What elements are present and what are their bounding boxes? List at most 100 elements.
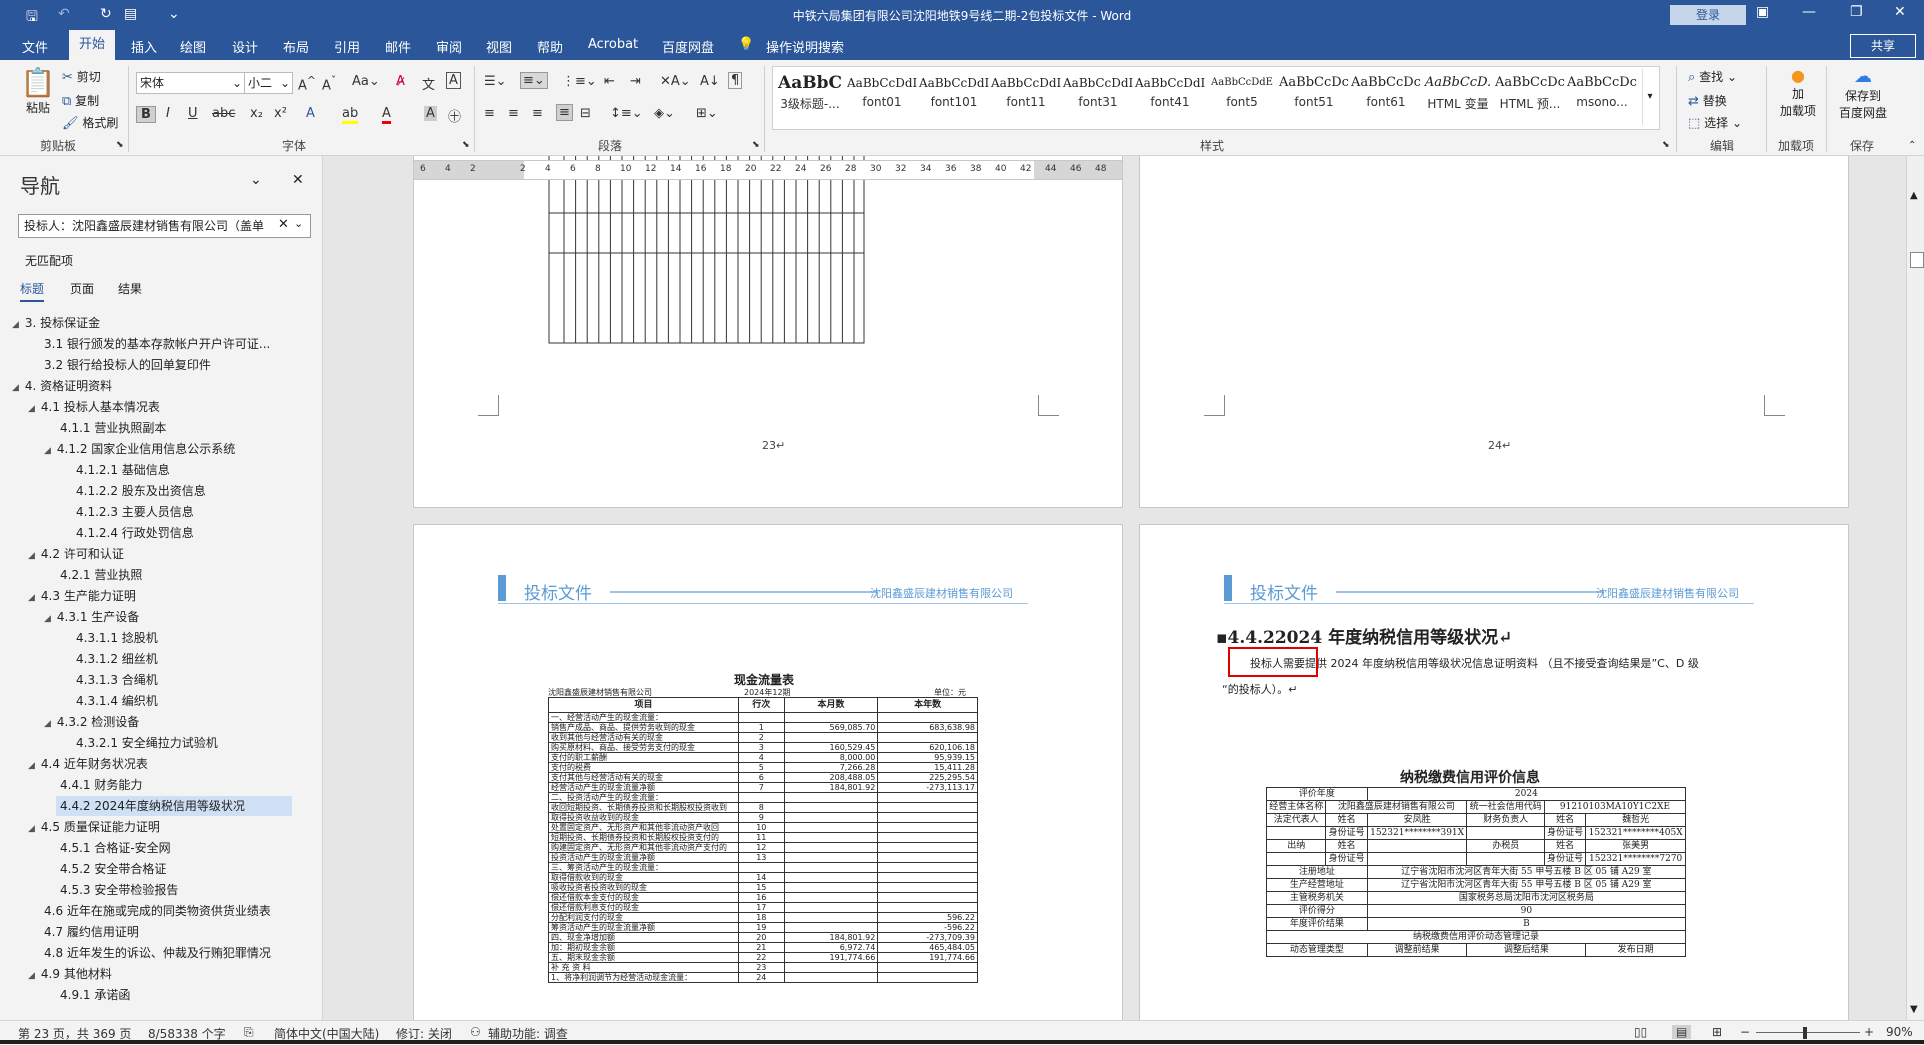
close-icon[interactable]: ✕ — [1894, 4, 1906, 20]
proofing-icon[interactable]: ⎘ — [244, 1025, 254, 1040]
nav-heading-item[interactable]: 4.3.1.1 捻股机 — [76, 628, 158, 648]
justify-icon[interactable]: ≡ — [556, 104, 573, 121]
superscript-icon[interactable]: x² — [274, 106, 287, 121]
nav-heading-item[interactable]: ◢ 4.1.2 国家企业信用信息公示系统 — [44, 439, 235, 459]
zoom-slider-thumb[interactable] — [1802, 1027, 1807, 1039]
nav-heading-item[interactable]: 3.1 银行颁发的基本存款帐户开户许可证... — [44, 334, 270, 354]
align-right-icon[interactable]: ≡ — [532, 106, 543, 121]
style-item[interactable]: AaBbCcDdI font41 — [1135, 71, 1205, 125]
nav-heading-item[interactable]: 4.6 近年在施或完成的同类物资供货业绩表 — [44, 901, 271, 921]
styles-launcher-icon[interactable]: ⬊ — [1662, 140, 1670, 150]
nav-heading-item[interactable]: ◢ 3. 投标保证金 — [12, 313, 100, 333]
expand-triangle-icon[interactable]: ◢ — [28, 971, 35, 981]
tab-design[interactable]: 设计 — [232, 37, 258, 56]
nav-heading-item[interactable]: ◢ 4. 资格证明资料 — [12, 376, 112, 396]
nav-heading-item[interactable]: 4.1.1 营业执照副本 — [60, 418, 166, 438]
nav-tab-results[interactable]: 结果 — [118, 280, 142, 297]
character-border-icon[interactable]: A — [446, 72, 461, 89]
tab-insert[interactable]: 插入 — [131, 37, 157, 56]
expand-triangle-icon[interactable]: ◢ — [28, 551, 35, 561]
nav-heading-item[interactable]: 4.5.1 合格证-安全网 — [60, 838, 171, 858]
borders-icon[interactable]: ⊞⌄ — [696, 106, 718, 121]
collapse-ribbon-icon[interactable]: ⌃ — [1908, 140, 1916, 151]
style-item[interactable]: AaBbCcDdI font31 — [1063, 71, 1133, 125]
vertical-scrollbar[interactable]: ▲ ▼ — [1906, 156, 1924, 1020]
style-item[interactable]: AaBbCcDc font51 — [1279, 71, 1349, 125]
tab-home[interactable]: 开始 — [69, 30, 116, 60]
select-button[interactable]: ⬚ 选择 ⌄ — [1688, 114, 1742, 131]
web-layout-icon[interactable]: ⊞ — [1712, 1025, 1722, 1039]
nav-heading-item[interactable]: 4.8 近年发生的诉讼、仲裁及行贿犯罪情况 — [44, 943, 271, 963]
minimize-icon[interactable]: — — [1802, 4, 1816, 20]
scroll-up-icon[interactable]: ▲ — [1910, 190, 1918, 201]
replace-button[interactable]: ⇄ 替换 — [1688, 92, 1727, 109]
expand-triangle-icon[interactable]: ◢ — [28, 404, 35, 414]
scroll-down-icon[interactable]: ▼ — [1910, 1004, 1918, 1015]
sort-icon[interactable]: A↓ — [700, 74, 720, 89]
nav-heading-item[interactable]: 4.5.3 安全带检验报告 — [60, 880, 178, 900]
read-mode-icon[interactable]: ▯▯ — [1634, 1025, 1647, 1039]
expand-triangle-icon[interactable]: ◢ — [28, 593, 35, 603]
shrink-font-icon[interactable]: Aˇ — [322, 74, 336, 93]
grow-font-icon[interactable]: A^ — [298, 74, 316, 93]
increase-indent-icon[interactable]: ⇥ — [630, 74, 641, 89]
distributed-icon[interactable]: ⊟ — [580, 106, 591, 121]
nav-heading-item[interactable]: 4.5.2 安全带合格证 — [60, 859, 166, 879]
ribbon-display-icon[interactable]: ▣ — [1756, 4, 1769, 20]
align-left-icon[interactable]: ≡ — [484, 106, 495, 121]
close-icon[interactable]: ✕ — [292, 172, 304, 188]
paragraph-launcher-icon[interactable]: ⬊ — [752, 140, 760, 150]
align-center-icon[interactable]: ≡ — [508, 106, 519, 121]
clear-formatting-icon[interactable]: A̷ — [396, 74, 405, 89]
nav-heading-item[interactable]: 4.2.1 营业执照 — [60, 565, 142, 585]
change-case-icon[interactable]: Aa⌄ — [352, 74, 380, 89]
font-size-combo[interactable]: 小二 ⌄ — [244, 72, 293, 94]
nav-heading-item[interactable]: 4.3.1.2 细丝机 — [76, 649, 158, 669]
nav-heading-item[interactable]: 4.9.1 承诺函 — [60, 985, 130, 1005]
expand-triangle-icon[interactable]: ◢ — [44, 446, 51, 456]
nav-heading-item[interactable]: ◢ 4.2 许可和认证 — [28, 544, 124, 564]
find-button[interactable]: ⌕ 查找 ⌄ — [1688, 68, 1737, 85]
save-to-baidu-button[interactable]: ☁ 保存到 百度网盘 — [1834, 66, 1892, 121]
tab-draw[interactable]: 绘图 — [180, 37, 206, 56]
copy-button[interactable]: ⧉ 复制 — [62, 92, 99, 109]
strikethrough-icon[interactable]: abc — [212, 106, 235, 121]
expand-triangle-icon[interactable]: ◢ — [28, 761, 35, 771]
show-marks-icon[interactable]: ¶ — [728, 72, 743, 89]
bold-icon[interactable]: B — [136, 106, 156, 123]
tab-view[interactable]: 视图 — [486, 37, 512, 56]
tab-acrobat[interactable]: Acrobat — [588, 37, 638, 52]
tab-help[interactable]: 帮助 — [537, 37, 563, 56]
chevron-down-icon[interactable]: ⌄ — [250, 172, 262, 188]
expand-triangle-icon[interactable]: ◢ — [28, 824, 35, 834]
clipboard-launcher-icon[interactable]: ⬊ — [116, 140, 124, 150]
clear-search-icon[interactable]: ✕ — [278, 217, 289, 232]
nav-heading-item[interactable]: 4.3.1.3 合绳机 — [76, 670, 158, 690]
style-item[interactable]: AaBbCcDdI font01 — [847, 71, 917, 125]
tab-file[interactable]: 文件 — [22, 37, 48, 56]
expand-triangle-icon[interactable]: ◢ — [12, 383, 19, 393]
style-item[interactable]: AaBbCcDdE font5 — [1207, 71, 1277, 125]
zoom-in-icon[interactable]: + — [1864, 1025, 1874, 1039]
expand-triangle-icon[interactable]: ◢ — [44, 719, 51, 729]
font-name-combo[interactable]: 宋体 ⌄ — [136, 72, 245, 94]
nav-heading-item[interactable]: 4.4.2 2024年度纳税信用等级状况 — [56, 796, 292, 816]
nav-heading-item[interactable]: 3.2 银行给投标人的回单复印件 — [44, 355, 211, 375]
nav-search-input[interactable]: 投标人：沈阳鑫盛辰建材销售有限公司（盖单 — [18, 214, 311, 238]
style-item[interactable]: AaBbC 3级标题-... — [775, 71, 845, 125]
style-item[interactable]: AaBbCcD. HTML 变量 — [1423, 71, 1493, 125]
zoom-level[interactable]: 90% — [1886, 1025, 1913, 1039]
paste-button[interactable]: 📋 粘贴 — [20, 66, 56, 116]
tab-layout[interactable]: 布局 — [283, 37, 309, 56]
nav-heading-item[interactable]: 4.3.1.4 编织机 — [76, 691, 158, 711]
search-options-icon[interactable]: ⌄ — [294, 217, 303, 230]
cut-button[interactable]: ✂ 剪切 — [62, 68, 101, 85]
nav-heading-item[interactable]: ◢ 4.4 近年财务状况表 — [28, 754, 148, 774]
restore-icon[interactable]: ❐ — [1850, 4, 1863, 20]
nav-heading-item[interactable]: 4.1.2.4 行政处罚信息 — [76, 523, 194, 543]
nav-heading-item[interactable]: 4.7 履约信用证明 — [44, 922, 139, 942]
character-shading-icon[interactable]: A — [424, 106, 437, 121]
nav-heading-item[interactable]: ◢ 4.3.1 生产设备 — [44, 607, 139, 627]
nav-heading-item[interactable]: ◢ 4.1 投标人基本情况表 — [28, 397, 160, 417]
nav-heading-item[interactable]: ◢ 4.9 其他材料 — [28, 964, 112, 984]
